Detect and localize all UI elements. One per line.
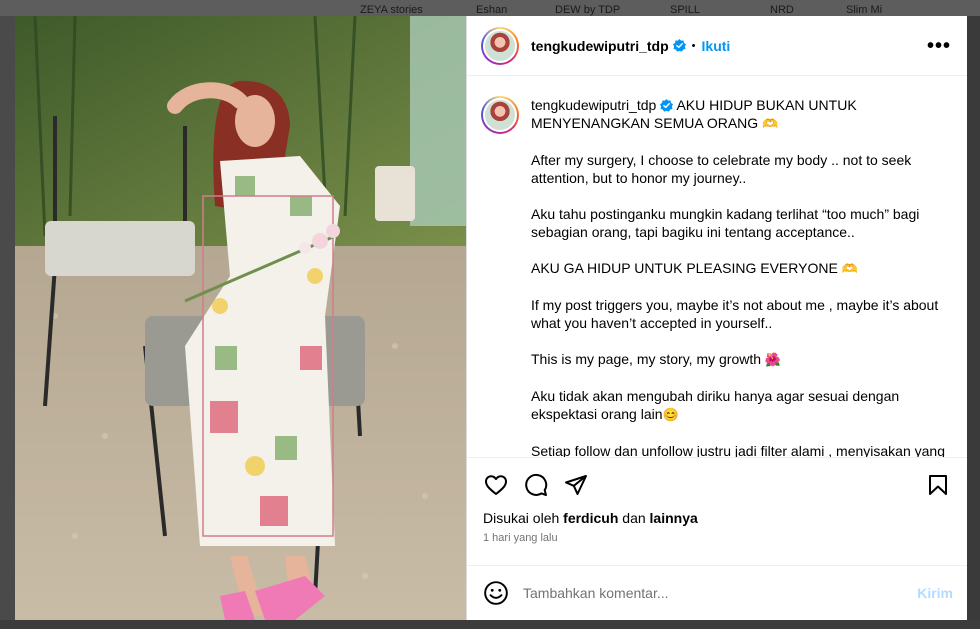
caption-username[interactable]: tengkudewiputri_tdp [531,97,656,113]
likes-prefix: Disukai oleh [483,510,560,526]
background-story-label: ZEYA stories [360,4,423,16]
caption-emoji: 🫶 [762,116,779,131]
caption-paragraph-text: This is my page, my story, my growth [531,351,762,367]
heart-icon[interactable] [483,472,509,498]
background-overlay-right [967,16,980,629]
verified-badge-icon [660,99,674,112]
post-header: tengkudewiputri_tdp • Ikuti ••• [467,16,967,76]
background-story-label: NRD [770,4,794,16]
likes-others-link[interactable]: lainnya [650,510,698,526]
send-icon[interactable] [563,472,589,498]
author-avatar[interactable] [481,26,519,65]
post-timestamp[interactable]: 1 hari yang lalu [483,532,951,544]
follow-button[interactable]: Ikuti [702,38,731,54]
caption-title-line: tengkudewiputri_tdp AKU HIDUP BUKAN UNTU… [531,96,951,133]
caption-paragraph: AKU GA HIDUP UNTUK PLEASING EVERYONE 🫶 [531,259,951,278]
caption-paragraph: If my post triggers you, maybe it’s not … [531,297,939,331]
caption-text: tengkudewiputri_tdp AKU HIDUP BUKAN UNTU… [531,96,951,457]
smiley-icon[interactable] [483,580,509,606]
caption-paragraph-text: AKU GA HIDUP UNTUK PLEASING EVERYONE [531,260,838,276]
caption-emoji: 😊 [662,407,679,422]
comment-input[interactable] [523,585,918,601]
verified-badge-icon [672,39,686,52]
caption-paragraph: Aku tidak akan mengubah diriku hanya aga… [531,387,951,424]
likes-summary: Disukai oleh ferdicuh dan lainnya [483,510,951,526]
bookmark-icon[interactable] [925,472,951,498]
post-comment-button[interactable]: Kirim [917,585,953,601]
more-options-icon[interactable]: ••• [927,36,951,56]
author-username[interactable]: tengkudewiputri_tdp [531,38,669,54]
post-modal: tengkudewiputri_tdp • Ikuti ••• tengkude… [15,16,967,620]
avatar-image [483,28,517,63]
caption-emoji: 🫶 [841,261,858,276]
caption-paragraph: Aku tahu postinganku mungkin kadang terl… [531,206,920,240]
background-story-label: SPILL [670,4,700,16]
action-icons-row [483,472,951,498]
header-separator: • [691,39,696,52]
photo-illustration [15,16,466,620]
post-photo[interactable] [15,16,466,620]
avatar-image [483,98,517,132]
background-story-label: Slim Mi [846,4,883,16]
background-stories-bar: ZEYA stories Eshan DEW by TDP SPILL NRD … [0,0,980,16]
post-details-panel: tengkudewiputri_tdp • Ikuti ••• tengkude… [466,16,967,620]
comment-icon[interactable] [523,472,549,498]
caption-section: tengkudewiputri_tdp AKU HIDUP BUKAN UNTU… [467,76,967,457]
background-story-label: DEW by TDP [555,4,621,16]
background-story-label: Eshan [476,4,508,16]
caption-paragraph-text: Aku tidak akan mengubah diriku hanya aga… [531,388,900,422]
caption-paragraph: After my surgery, I choose to celebrate … [531,152,912,186]
caption-emoji: 🌺 [764,352,782,367]
caption-author-avatar[interactable] [481,96,519,134]
liked-by-user[interactable]: ferdicuh [563,510,618,526]
background-overlay-left [0,16,15,629]
comment-box: Kirim [467,565,967,620]
caption-paragraph: Setiap follow dan unfollow justru jadi f… [531,443,945,457]
caption-paragraph: This is my page, my story, my growth 🌺 [531,350,951,369]
background-overlay-bottom [0,620,980,629]
likes-conjunction: dan [622,510,646,526]
post-actions: Disukai oleh ferdicuh dan lainnya 1 hari… [467,457,967,565]
